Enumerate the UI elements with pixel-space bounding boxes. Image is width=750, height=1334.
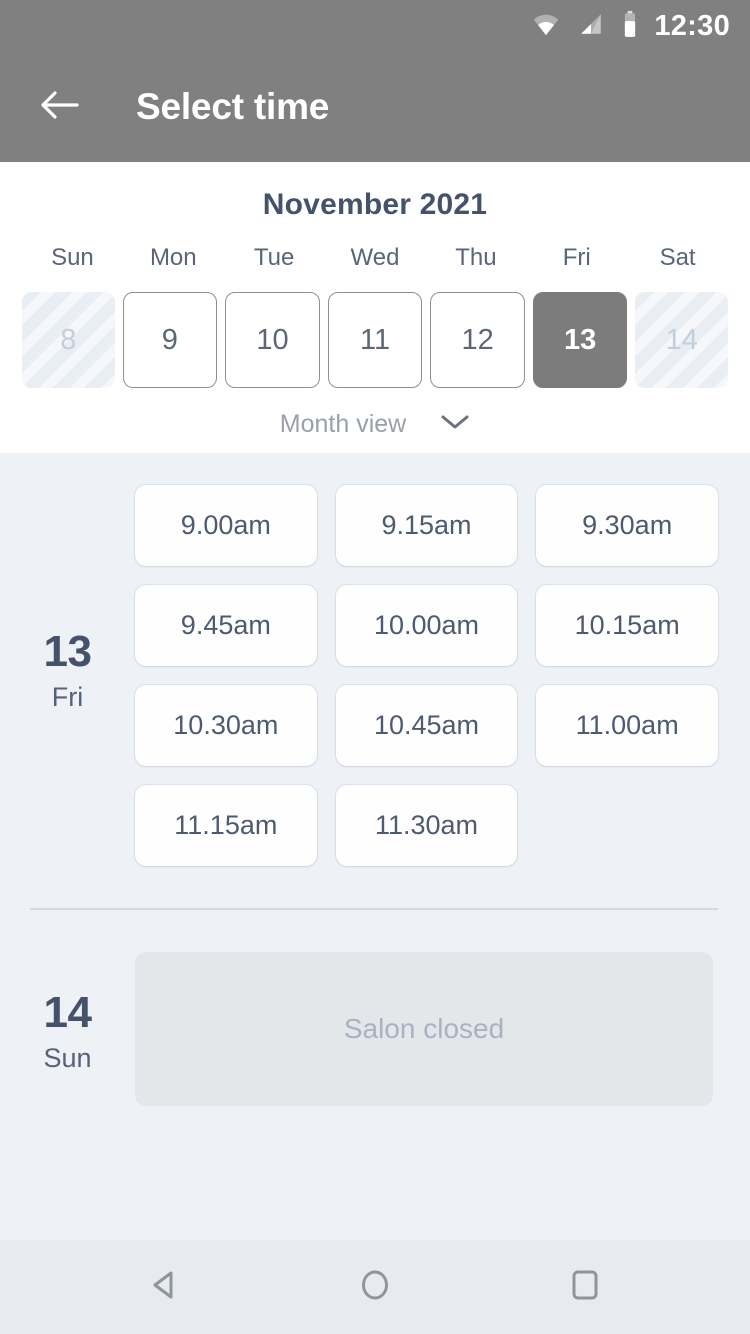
arrow-left-icon (37, 85, 83, 130)
time-slot-chip[interactable]: 9.00am (135, 485, 317, 566)
weekday-header-row: Sun Mon Tue Wed Thu Fri Sat (0, 244, 750, 292)
page-title: Select time (136, 86, 330, 127)
system-navigation-bar (0, 1240, 750, 1334)
day-cell-12[interactable]: 12 (430, 292, 525, 388)
nav-recents-button[interactable] (545, 1247, 625, 1327)
day-cell-10[interactable]: 10 (225, 292, 320, 388)
month-view-label: Month view (279, 410, 407, 438)
time-slot-chip[interactable]: 11.30am (335, 785, 518, 866)
slot-grid: 9.00am 9.15am 9.30am 9.45am 10.00am 10.1… (135, 453, 718, 884)
day-cell-13[interactable]: 13 (532, 292, 628, 388)
status-icons (532, 10, 638, 43)
closed-day-group: 14 Sun Salon closed (0, 910, 750, 1106)
app-screen: 12:30 Select time November 2021 Sun Mon … (0, 0, 750, 1334)
day-slot-group: 13 Fri 9.00am 9.15am 9.30am 9.45am 10.00… (0, 453, 750, 884)
day-label-number: 14 (43, 987, 92, 1037)
salon-closed-banner: Salon closed (135, 952, 713, 1106)
day-cell-9[interactable]: 9 (122, 292, 218, 388)
time-slot-chip[interactable]: 9.15am (335, 485, 518, 566)
day-label-number: 13 (43, 627, 92, 676)
status-bar: 12:30 (0, 0, 750, 52)
app-bar: Select time (0, 52, 750, 162)
time-slot-chip[interactable]: 11.15am (135, 785, 317, 866)
home-nav-icon (353, 1263, 397, 1312)
day-label-14: 14 Sun (0, 952, 135, 1106)
nav-back-button[interactable] (125, 1247, 205, 1327)
time-slot-chip[interactable]: 10.45am (335, 685, 518, 766)
weekday-label: Thu (455, 244, 497, 271)
day-cell-11[interactable]: 11 (327, 292, 423, 388)
month-view-toggle[interactable]: Month view (0, 388, 750, 439)
back-nav-icon (143, 1263, 187, 1312)
recents-nav-icon (563, 1263, 607, 1312)
time-slot-chip[interactable]: 10.00am (335, 585, 518, 666)
nav-home-button[interactable] (335, 1247, 415, 1327)
time-slot-chip[interactable]: 9.45am (135, 585, 317, 666)
calendar-days-row: 8 9 10 11 12 13 14 (0, 292, 750, 388)
day-label-13: 13 Fri (0, 453, 135, 884)
weekday-label: Tue (253, 244, 295, 271)
weekday-label: Sun (51, 244, 94, 271)
weekday-label: Wed (350, 244, 400, 271)
calendar-panel: November 2021 Sun Mon Tue Wed Thu Fri Sa… (0, 162, 750, 453)
weekday-label: Sat (659, 244, 696, 271)
wifi-icon (532, 10, 560, 43)
time-slot-chip[interactable]: 11.00am (536, 685, 718, 766)
weekday-label: Mon (149, 244, 197, 271)
time-slot-chip[interactable]: 10.15am (536, 585, 718, 666)
day-label-weekday: Sun (43, 1042, 92, 1073)
calendar-month-title: November 2021 (262, 188, 488, 221)
weekday-label: Fri (562, 244, 591, 271)
day-cell-14: 14 (635, 292, 729, 388)
chevron-down-icon (440, 413, 470, 436)
time-slots-area: 13 Fri 9.00am 9.15am 9.30am 9.45am 10.00… (0, 453, 750, 1240)
back-button[interactable] (34, 81, 86, 133)
status-bar-clock: 12:30 (654, 9, 730, 42)
battery-icon (622, 10, 638, 43)
day-cell-8: 8 (22, 292, 115, 388)
day-label-weekday: Fri (51, 682, 84, 712)
signal-icon (578, 11, 604, 42)
time-slot-chip[interactable]: 9.30am (536, 485, 718, 566)
time-slot-chip[interactable]: 10.30am (135, 685, 317, 766)
